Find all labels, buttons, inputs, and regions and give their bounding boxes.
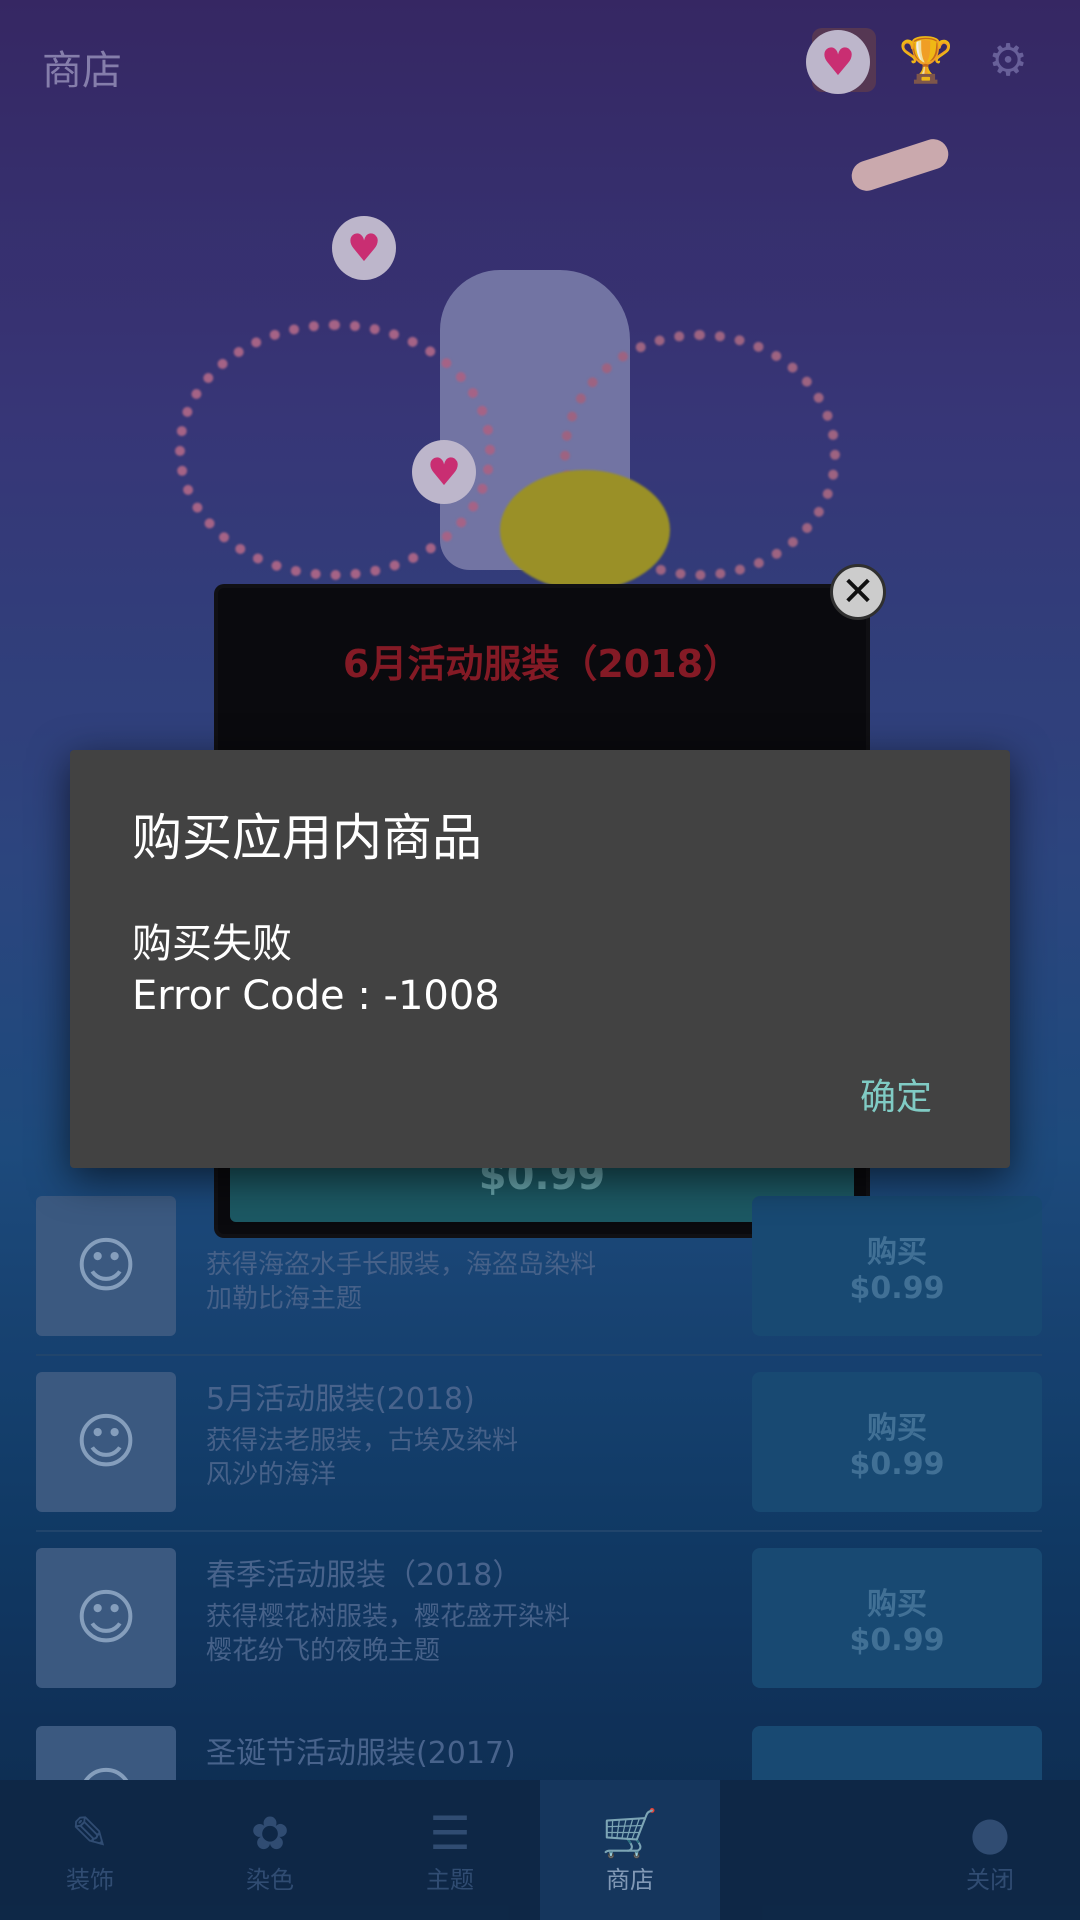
purchase-error-dialog: 购买应用内商品 购买失败 Error Code : -1008 确定 [70, 750, 1010, 1168]
dialog-title: 购买应用内商品 [132, 809, 482, 867]
ok-button[interactable]: 确定 [860, 1068, 932, 1120]
error-code-text: Error Code : -1008 [132, 973, 500, 1019]
dialog-message-line: 购买失败 [132, 921, 292, 967]
dialog-message: 购买失败 Error Code : -1008 [132, 918, 500, 1022]
